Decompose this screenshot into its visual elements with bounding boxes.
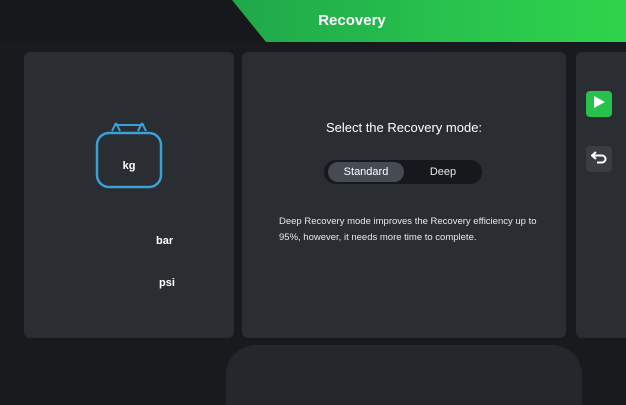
mode-deep-option[interactable]: Deep: [410, 162, 476, 182]
mode-prompt: Select the Recovery mode:: [325, 120, 483, 135]
return-icon: [590, 150, 607, 169]
pressure-unit-bar: bar: [156, 235, 174, 247]
tank-weight-unit: kg: [122, 160, 136, 172]
mode-standard-option[interactable]: Standard: [328, 162, 404, 182]
pressure-unit-psi: psi: [159, 277, 175, 289]
tank-panel: [24, 52, 234, 338]
bottom-gauge-arc: [226, 345, 582, 405]
mode-panel: [242, 52, 566, 338]
mode-description: Deep Recovery mode improves the Recovery…: [279, 216, 537, 243]
recovery-mode-toggle[interactable]: Standard Deep: [324, 160, 482, 184]
page-title: Recovery: [318, 12, 386, 29]
play-icon: [592, 95, 606, 114]
start-button[interactable]: [586, 91, 612, 117]
refrigerant-tank-icon: [94, 113, 164, 191]
back-button[interactable]: [586, 146, 612, 172]
